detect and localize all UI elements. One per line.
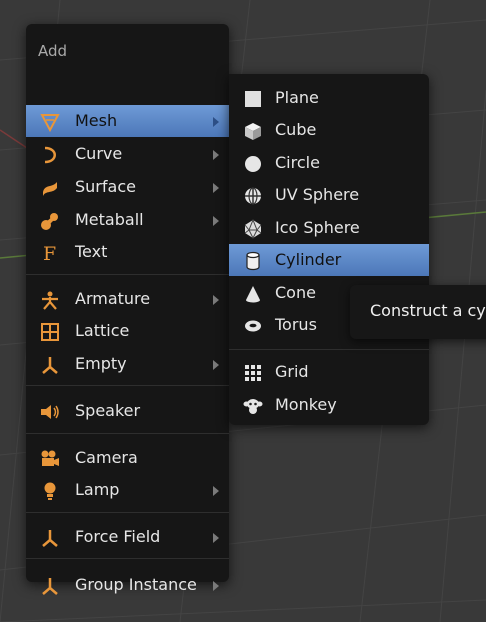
plane-icon — [245, 91, 261, 107]
mesh-submenu: Plane Cube Circle UV Sphere Ico Sphere C… — [229, 74, 429, 425]
metaball-icon — [41, 213, 58, 230]
camera-icon — [41, 450, 59, 466]
submenu-arrow-icon — [213, 150, 219, 160]
submenu-item-label: Plane — [275, 88, 319, 107]
submenu-arrow-icon — [213, 486, 219, 496]
submenu-item-label: Monkey — [275, 395, 337, 414]
circle-icon — [245, 156, 261, 172]
submenu-arrow-icon — [213, 183, 219, 193]
submenu-item-plane[interactable]: Plane — [229, 82, 429, 114]
menu-item-force-field[interactable]: Force Field — [26, 521, 229, 553]
submenu-arrow-icon — [213, 533, 219, 543]
submenu-item-label: Cone — [275, 283, 316, 302]
submenu-arrow-icon — [213, 216, 219, 226]
menu-item-label: Mesh — [75, 111, 118, 130]
menu-item-mesh[interactable]: Mesh — [26, 105, 229, 137]
submenu-item-grid[interactable]: Grid — [229, 356, 429, 388]
add-menu: Add Mesh Curve Surface Metaball F Text A… — [26, 24, 229, 595]
menu-item-label: Empty — [75, 354, 127, 373]
cube-icon — [245, 123, 261, 140]
grid-icon — [245, 365, 261, 381]
menu-item-armature[interactable]: Armature — [26, 283, 229, 315]
menu-separator — [26, 274, 229, 275]
submenu-arrow-icon — [213, 360, 219, 370]
submenu-item-label: Grid — [275, 362, 309, 381]
curve-icon — [44, 146, 56, 164]
menu-item-speaker[interactable]: Speaker — [26, 395, 229, 427]
submenu-arrow-icon — [213, 581, 219, 591]
submenu-arrow-icon — [213, 295, 219, 305]
submenu-item-label: Cube — [275, 120, 317, 139]
submenu-item-label: Cylinder — [275, 250, 342, 269]
surface-icon — [43, 182, 57, 196]
lattice-icon — [41, 323, 59, 341]
svg-text:F: F — [43, 243, 56, 263]
menu-item-group-instance[interactable]: Group Instance — [26, 569, 229, 601]
menu-separator — [26, 558, 229, 559]
group-instance-icon — [42, 578, 58, 595]
menu-item-label: Curve — [75, 144, 123, 163]
torus-icon — [245, 320, 261, 332]
menu-item-label: Camera — [75, 448, 138, 467]
menu-item-label: Surface — [75, 177, 136, 196]
lamp-icon — [44, 482, 56, 500]
submenu-item-label: UV Sphere — [275, 185, 360, 204]
menu-item-camera[interactable]: Camera — [26, 442, 229, 474]
armature-icon — [42, 291, 58, 310]
menu-item-text[interactable]: F Text — [26, 236, 229, 268]
submenu-separator — [229, 349, 429, 350]
menu-item-empty[interactable]: Empty — [26, 348, 229, 380]
submenu-item-ico-sphere[interactable]: Ico Sphere — [229, 212, 429, 244]
empty-icon — [42, 357, 58, 374]
cone-icon — [246, 286, 260, 303]
text-icon: F — [43, 243, 56, 263]
menu-item-label: Text — [75, 242, 108, 261]
monkey-icon — [243, 399, 263, 414]
tooltip-text: Construct a cy — [370, 301, 486, 320]
ico-sphere-icon — [244, 219, 262, 239]
submenu-item-label: Ico Sphere — [275, 218, 360, 237]
menu-item-label: Lamp — [75, 480, 120, 499]
menu-separator — [26, 433, 229, 434]
submenu-item-label: Circle — [275, 153, 320, 172]
submenu-item-monkey[interactable]: Monkey — [229, 389, 429, 421]
submenu-arrow-icon — [213, 117, 219, 127]
menu-item-label: Force Field — [75, 527, 161, 546]
mesh-icon — [40, 114, 60, 132]
menu-item-metaball[interactable]: Metaball — [26, 204, 229, 236]
submenu-item-cube[interactable]: Cube — [229, 114, 429, 146]
menu-item-lamp[interactable]: Lamp — [26, 474, 229, 506]
uv-sphere-icon — [245, 187, 261, 205]
submenu-item-label: Torus — [275, 315, 317, 334]
menu-title: Add — [38, 42, 68, 60]
menu-item-label: Group Instance — [75, 575, 197, 594]
menu-item-surface[interactable]: Surface — [26, 171, 229, 203]
force-field-icon — [42, 530, 58, 547]
menu-separator — [26, 385, 229, 386]
menu-item-label: Lattice — [75, 321, 130, 340]
submenu-item-cylinder[interactable]: Cylinder — [229, 244, 429, 276]
submenu-item-circle[interactable]: Circle — [229, 147, 429, 179]
speaker-icon — [41, 405, 59, 419]
tooltip: Construct a cy — [350, 285, 486, 339]
submenu-item-uv-sphere[interactable]: UV Sphere — [229, 179, 429, 211]
cylinder-icon — [246, 251, 260, 271]
menu-item-lattice[interactable]: Lattice — [26, 315, 229, 347]
menu-separator — [26, 512, 229, 513]
menu-item-label: Armature — [75, 289, 151, 308]
menu-item-label: Speaker — [75, 401, 141, 420]
menu-item-label: Metaball — [75, 210, 144, 229]
menu-item-curve[interactable]: Curve — [26, 138, 229, 170]
